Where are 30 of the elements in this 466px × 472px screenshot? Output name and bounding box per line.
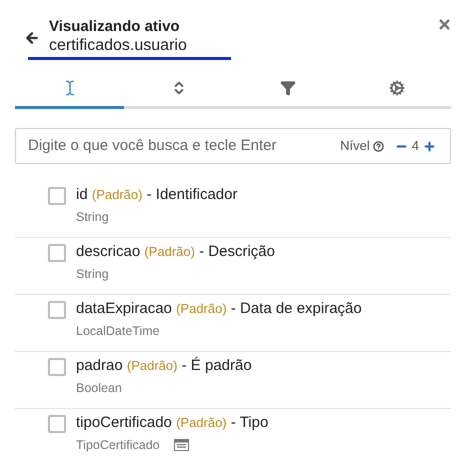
panel-title: Visualizando ativo — [49, 18, 181, 36]
field-type: LocalDateTime — [76, 323, 160, 340]
close-button[interactable] — [437, 17, 452, 32]
increase-button[interactable] — [423, 140, 436, 152]
tab[interactable] — [15, 80, 124, 109]
search-field[interactable]: Digite o que você busca e tecle Enter Nível 4 — [15, 128, 451, 164]
panel-subtitle: certificados.usuario — [49, 36, 187, 56]
close-icon — [437, 17, 452, 32]
back-button[interactable] — [24, 30, 40, 46]
checkbox[interactable] — [48, 301, 66, 319]
field-type: String — [76, 266, 109, 283]
field-title: padrao (Padrão) - É padrão — [76, 356, 252, 376]
filter-icon — [280, 80, 296, 96]
field-type: String — [76, 209, 109, 226]
field-title: tipoCertificado (Padrão) - Tipo — [76, 413, 268, 433]
field-type: TipoCertificado — [76, 437, 160, 454]
checkbox[interactable] — [48, 415, 66, 433]
checkbox[interactable] — [48, 244, 66, 262]
field-title: dataExpiracao (Padrão) - Data de expiração — [76, 299, 362, 319]
search-input[interactable]: Digite o que você busca e tecle Enter — [28, 134, 340, 158]
plus-icon — [423, 140, 436, 152]
help-icon — [372, 140, 384, 152]
level-label: Nível — [340, 137, 370, 156]
field-title: descricao (Padrão) - Descrição — [76, 242, 275, 262]
checkbox[interactable] — [48, 187, 66, 205]
field-title: id (Padrão) - Identificador — [76, 185, 238, 205]
gears-icon — [388, 80, 404, 96]
checkbox[interactable] — [48, 358, 66, 376]
field-type: Boolean — [76, 380, 122, 397]
level-value: 4 — [412, 137, 419, 156]
